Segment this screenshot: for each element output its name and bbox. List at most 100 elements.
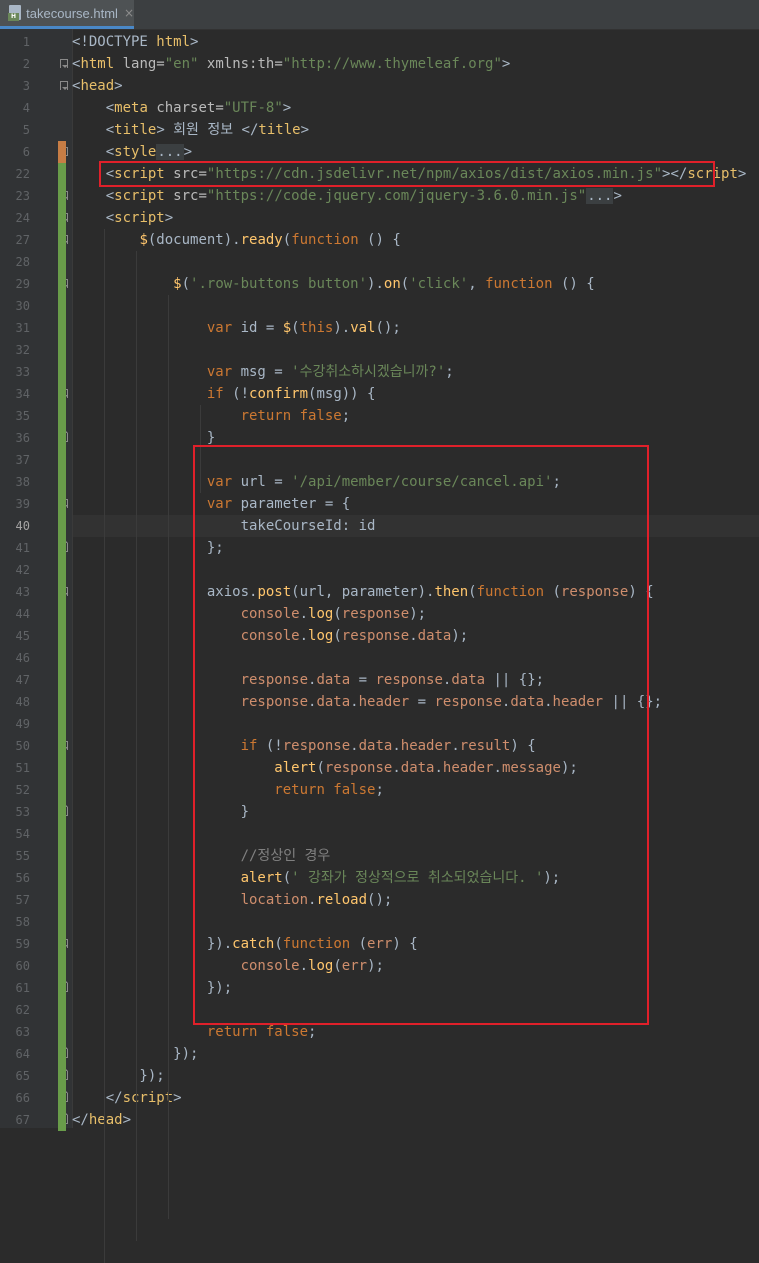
code-token: head (88, 1112, 123, 1128)
code-token: src= (173, 188, 207, 204)
code-token: style (114, 144, 157, 160)
code-token: confirm (249, 386, 309, 402)
code-token: $ (173, 276, 182, 292)
line-number: 6 (22, 145, 30, 159)
code-token: script (114, 210, 165, 226)
code-token: ... (156, 144, 184, 160)
code-text: if (!confirm(msg)) { (72, 383, 376, 405)
code-token: > (190, 34, 199, 50)
line-number: 24 (15, 211, 30, 225)
line-number: 4 (22, 101, 30, 115)
code-line[interactable]: 27 $(document).ready(function () { (0, 229, 759, 251)
indent-guide (136, 251, 137, 1241)
code-line[interactable]: 29 $('.row-buttons button').on('click', … (0, 273, 759, 295)
code-token: ; (341, 408, 351, 424)
tab-takecourse-html[interactable]: H takecourse.html × (0, 0, 134, 29)
code-line[interactable]: 4 <meta charset="UTF-8"> (0, 97, 759, 119)
code-line[interactable]: 33 var msg = '수강취소하시겠습니까?'; (0, 361, 759, 383)
code-token: ). (367, 276, 384, 292)
code-line[interactable]: 34 if (!confirm(msg)) { (0, 383, 759, 405)
code-token: > (183, 144, 193, 160)
code-token: $ (139, 232, 148, 248)
code-token: html (80, 56, 123, 72)
code-text: <html lang="en" xmlns:th="http://www.thy… (72, 53, 510, 75)
code-token: lang= (122, 56, 165, 72)
line-number: 34 (15, 387, 30, 401)
code-token: < (72, 210, 115, 226)
code-token: script (114, 188, 174, 204)
code-line[interactable]: 32 (0, 339, 759, 361)
code-token: meta (114, 100, 157, 116)
line-number: 57 (15, 893, 30, 907)
line-number: 32 (15, 343, 30, 357)
code-text: <head> (72, 75, 123, 97)
line-number: 38 (15, 475, 30, 489)
code-line[interactable]: 66 </script> (0, 1087, 759, 1109)
code-token: val (350, 320, 376, 336)
code-line[interactable]: 28 (0, 251, 759, 273)
code-text: <style...> (72, 141, 192, 163)
fold-icon[interactable] (60, 81, 68, 90)
code-token: }); (72, 1068, 165, 1084)
fold-icon[interactable] (60, 59, 68, 68)
code-token: > (282, 100, 292, 116)
line-number: 60 (15, 959, 30, 973)
code-line[interactable]: 6 <style...> (0, 141, 759, 163)
code-token: $ (282, 320, 292, 336)
line-number: 63 (15, 1025, 30, 1039)
code-token: < (72, 144, 115, 160)
code-line[interactable]: 31 var id = $(this).val(); (0, 317, 759, 339)
code-token: > (737, 166, 747, 182)
code-token: var (206, 364, 241, 380)
line-number: 31 (15, 321, 30, 335)
axios-request-highlight (193, 445, 649, 1025)
line-number: 53 (15, 805, 30, 819)
line-number: 61 (15, 981, 30, 995)
code-editor[interactable]: 1 <!DOCTYPE html> 2 <html lang="en" xmlns:t… (0, 29, 759, 1263)
modified-change-marker (58, 141, 66, 163)
code-token: > (613, 188, 622, 204)
code-line[interactable]: 2 <html lang="en" xmlns:th="http://www.th… (0, 53, 759, 75)
code-line[interactable]: 64 }); (0, 1043, 759, 1065)
line-number: 52 (15, 783, 30, 797)
close-icon[interactable]: × (124, 6, 134, 20)
code-line[interactable]: 24 <script> (0, 207, 759, 229)
code-text: </script> (72, 1087, 182, 1109)
line-number: 56 (15, 871, 30, 885)
code-token: script (122, 1090, 174, 1106)
code-line[interactable]: 35 return false; (0, 405, 759, 427)
code-text: var id = $(this).val(); (72, 317, 401, 339)
line-number: 45 (15, 629, 30, 643)
code-text: }); (72, 1065, 165, 1087)
code-text: $('.row-buttons button').on('click', fun… (72, 273, 595, 295)
code-token: msg = (240, 364, 292, 380)
code-line[interactable]: 30 (0, 295, 759, 317)
code-token: ready (240, 232, 283, 248)
code-line[interactable]: 23 <script src="https://code.jquery.com/… (0, 185, 759, 207)
code-token: (document). (147, 232, 241, 248)
line-number: 47 (15, 673, 30, 687)
line-number: 42 (15, 563, 30, 577)
code-line[interactable]: 5 <title> 회원 정보 </title> (0, 119, 759, 141)
line-number: 51 (15, 761, 30, 775)
line-number: 2 (22, 57, 30, 71)
code-token: () { (560, 276, 595, 292)
code-token: , (468, 276, 486, 292)
code-line[interactable]: 1 <!DOCTYPE html> (0, 31, 759, 53)
code-token: < (72, 100, 115, 116)
code-token: if (206, 386, 233, 402)
code-token: return false (240, 408, 342, 424)
code-token: xmlns:th= (206, 56, 283, 72)
axios-script-highlight (99, 161, 715, 187)
code-line[interactable]: 3 <head> (0, 75, 759, 97)
code-line[interactable]: 65 }); (0, 1065, 759, 1087)
code-token: (); (375, 320, 401, 336)
line-number: 30 (15, 299, 30, 313)
code-token: id = (240, 320, 283, 336)
